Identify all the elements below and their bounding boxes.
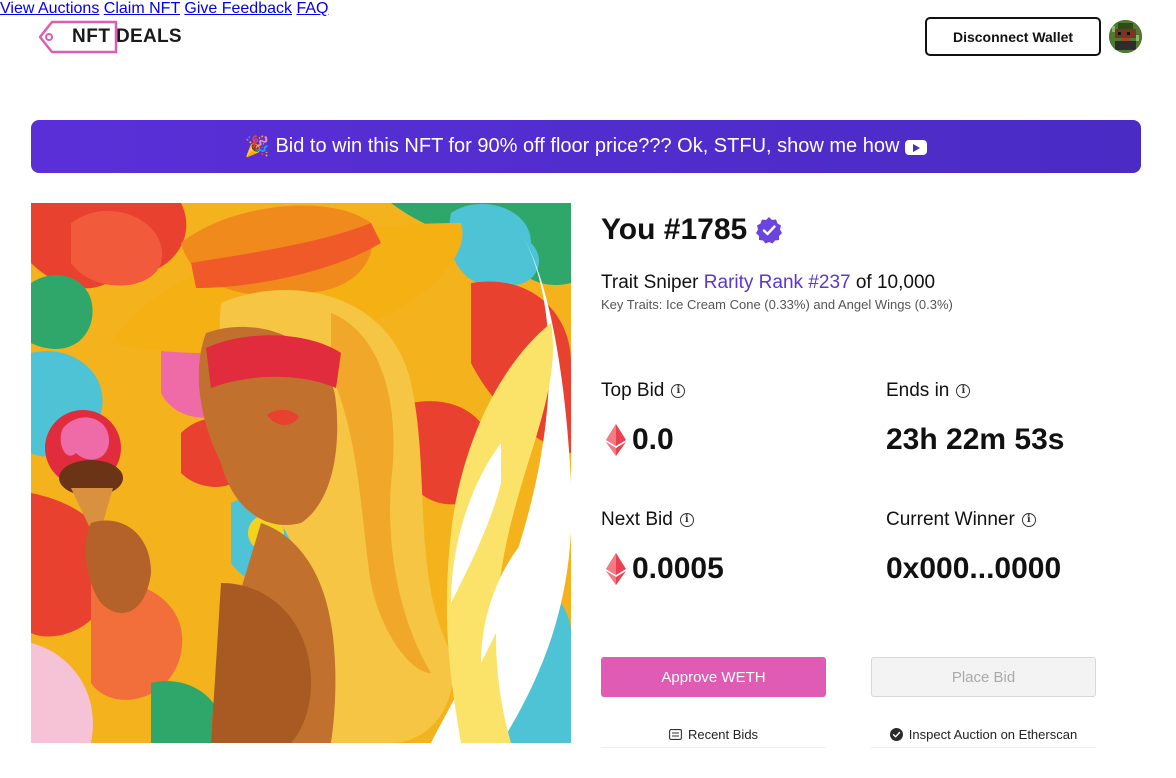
youtube-icon [905,140,928,155]
how-to-banner[interactable]: 🎉 Bid to win this NFT for 90% off floor … [31,120,1141,173]
current-winner-label: Current Winner [886,509,1015,530]
verified-badge-icon [756,217,783,244]
banner-text: Bid to win this NFT for 90% off floor pr… [275,135,900,157]
list-icon [669,729,682,740]
next-bid-label: Next Bid [601,509,673,530]
main-nav: View Auctions Claim NFT Give Feedback FA… [0,0,1176,18]
site-header: NFT DEALS View Auctions Claim NFT Give F… [0,0,1176,80]
top-bid-label: Top Bid [601,380,665,401]
site-logo[interactable]: NFT DEALS [38,20,182,54]
top-bid-value-row: 0.0 [606,423,674,457]
price-tag-logo-icon: NFT [38,20,130,54]
next-bid-value: 0.0005 [632,552,724,585]
current-winner-label-row: Current Winner i [886,509,1036,531]
ethereum-icon [606,424,626,456]
info-icon[interactable]: i [1021,513,1036,527]
recent-bids-label: Recent Bids [687,727,759,742]
ends-in-value: 23h 22m 53s [886,423,1065,456]
next-bid-label-row: Next Bid i [601,509,694,531]
info-icon[interactable]: i [956,384,971,398]
recent-bids-link[interactable]: Recent Bids [601,722,826,748]
disconnect-wallet-button[interactable]: Disconnect Wallet [925,17,1101,56]
nav-give-feedback[interactable]: Give Feedback [184,0,292,17]
next-bid-value-row: 0.0005 [606,552,724,586]
top-bid-label-row: Top Bid i [601,380,686,402]
rarity-prefix: Trait Sniper [601,272,704,293]
etherscan-link[interactable]: Inspect Auction on Etherscan [871,722,1096,748]
nav-claim-nft[interactable]: Claim NFT [104,0,180,17]
info-icon[interactable]: i [679,513,694,527]
nft-title: You #1785 [601,213,748,246]
etherscan-label: Inspect Auction on Etherscan [908,727,1078,742]
etherscan-icon [889,728,903,741]
logo-nft-text: NFT [72,26,111,47]
ends-in-label-row: Ends in i [886,380,971,402]
nft-title-row: You #1785 [601,213,783,247]
top-bid-value: 0.0 [632,423,674,456]
current-winner-value[interactable]: 0x000...0000 [886,552,1061,586]
rarity-rank-link[interactable]: Rarity Rank #237 [704,272,851,293]
key-traits: Key Traits: Ice Cream Cone (0.33%) and A… [601,297,953,312]
ethereum-icon [606,553,626,585]
user-avatar[interactable] [1109,20,1142,53]
party-popper-icon: 🎉 [244,136,270,158]
rarity-suffix: of 10,000 [850,272,936,293]
approve-weth-button[interactable]: Approve WETH [601,657,826,697]
place-bid-button[interactable]: Place Bid [871,657,1096,697]
nav-faq[interactable]: FAQ [296,0,328,17]
nav-view-auctions[interactable]: View Auctions [0,0,99,17]
ends-in-label: Ends in [886,380,950,401]
rarity-line: Trait Sniper Rarity Rank #237 of 10,000 [601,272,935,294]
info-icon[interactable]: i [671,384,686,398]
nft-artwork [31,203,571,743]
